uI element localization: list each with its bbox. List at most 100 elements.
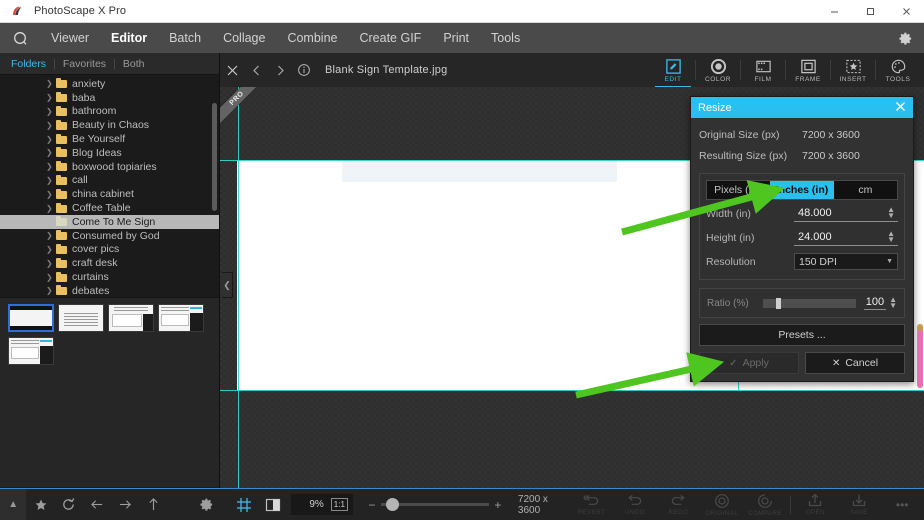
- apply-button[interactable]: ✓ Apply: [699, 352, 799, 374]
- panel-collapse-handle[interactable]: ❮: [222, 272, 233, 298]
- fit-to-screen-icon[interactable]: [230, 489, 258, 520]
- tab-insert[interactable]: INSERT: [831, 53, 875, 87]
- undo-button[interactable]: UNDO: [613, 489, 656, 520]
- one-to-one-button[interactable]: 1:1: [331, 498, 348, 511]
- chevron-right-icon[interactable]: ❯: [46, 204, 55, 213]
- maximize-button[interactable]: [852, 0, 888, 23]
- menu-item-collage[interactable]: Collage: [212, 23, 276, 53]
- zoom-readout[interactable]: 9% 1:1: [291, 494, 353, 515]
- zoom-out-button[interactable]: −: [365, 498, 379, 512]
- info-icon[interactable]: [292, 53, 316, 87]
- folder-tree-item[interactable]: ❯cover pics: [0, 243, 219, 257]
- width-input[interactable]: 48.000 ▲▼: [794, 205, 898, 222]
- tab-film[interactable]: FILM: [741, 53, 785, 87]
- folder-tree-item[interactable]: ❯baba: [0, 91, 219, 105]
- folder-tree-item[interactable]: ❯Be Yourself: [0, 132, 219, 146]
- ratio-slider[interactable]: [763, 299, 856, 308]
- folder-tree-item[interactable]: ❯Blog Ideas: [0, 146, 219, 160]
- width-stepper[interactable]: ▲▼: [887, 207, 895, 219]
- ratio-stepper[interactable]: ▲▼: [889, 297, 897, 309]
- chevron-right-icon[interactable]: ❯: [46, 135, 55, 144]
- gear-icon[interactable]: [192, 489, 220, 520]
- folder-tree-item[interactable]: ❯call: [0, 174, 219, 188]
- folder-tree[interactable]: ❯anxiety❯baba❯bathroom❯Beauty in Chaos❯B…: [0, 75, 219, 297]
- ratio-value[interactable]: 100: [864, 296, 886, 310]
- chevron-right-icon[interactable]: ❯: [46, 121, 55, 130]
- thumbnail-strip[interactable]: [0, 297, 219, 487]
- chevron-right-icon[interactable]: [268, 53, 292, 87]
- folder-tree-item[interactable]: ❯Coffee Table: [0, 201, 219, 215]
- folder-tree-item[interactable]: ❯craft desk: [0, 256, 219, 270]
- rotate-icon[interactable]: [55, 489, 83, 520]
- more-options-button[interactable]: •••: [881, 489, 924, 520]
- chevron-right-icon[interactable]: ❯: [46, 286, 55, 295]
- open-button[interactable]: OPEN: [794, 489, 837, 520]
- tab-tools[interactable]: TOOLS: [876, 53, 920, 87]
- folder-tree-item[interactable]: ❯boxwood topiaries: [0, 160, 219, 174]
- chevron-up-icon[interactable]: ▲: [0, 489, 26, 520]
- folder-tree-item[interactable]: ❯curtains: [0, 270, 219, 284]
- app-circle-icon[interactable]: [0, 23, 40, 53]
- redo-button[interactable]: REDO: [657, 489, 700, 520]
- menu-item-create-gif[interactable]: Create GIF: [348, 23, 432, 53]
- zoom-slider-knob[interactable]: [386, 498, 399, 511]
- gear-icon[interactable]: [886, 23, 924, 53]
- tab-edit[interactable]: EDIT: [651, 53, 695, 87]
- chevron-right-icon[interactable]: ❯: [46, 162, 55, 171]
- chevron-right-icon[interactable]: ❯: [46, 231, 55, 240]
- save-button[interactable]: SAVE: [837, 489, 880, 520]
- menu-item-editor[interactable]: Editor: [100, 23, 158, 53]
- split-view-icon[interactable]: [258, 489, 286, 520]
- sidebar-tab-folders[interactable]: Folders: [4, 53, 53, 75]
- close-button[interactable]: [888, 0, 924, 23]
- chevron-right-icon[interactable]: ❯: [46, 93, 55, 102]
- back-arrow-icon[interactable]: [83, 489, 111, 520]
- thumbnail-item[interactable]: [8, 304, 54, 332]
- close-icon[interactable]: [220, 53, 244, 87]
- menu-item-tools[interactable]: Tools: [480, 23, 531, 53]
- tab-color[interactable]: COLOR: [696, 53, 740, 87]
- chevron-right-icon[interactable]: ❯: [46, 107, 55, 116]
- folder-tree-item[interactable]: ❯Consumed by God: [0, 229, 219, 243]
- revert-button[interactable]: REVERT: [570, 489, 613, 520]
- original-button[interactable]: ORIGINAL: [700, 489, 743, 520]
- minimize-button[interactable]: [816, 0, 852, 23]
- menu-item-combine[interactable]: Combine: [276, 23, 348, 53]
- tab-frame[interactable]: FRAME: [786, 53, 830, 87]
- thumbnail-item[interactable]: [8, 337, 54, 365]
- folder-tree-scrollbar[interactable]: [212, 103, 217, 211]
- zoom-in-button[interactable]: +: [491, 498, 505, 512]
- menu-item-batch[interactable]: Batch: [158, 23, 212, 53]
- sidebar-tab-both[interactable]: Both: [116, 53, 152, 75]
- chevron-right-icon[interactable]: ❯: [46, 148, 55, 157]
- chevron-right-icon[interactable]: ❯: [46, 190, 55, 199]
- folder-tree-item[interactable]: ❯Beauty in Chaos: [0, 118, 219, 132]
- cancel-button[interactable]: ✕ Cancel: [805, 352, 905, 374]
- thumbnail-item[interactable]: [158, 304, 204, 332]
- folder-tree-item[interactable]: Come To Me Sign: [0, 215, 219, 229]
- forward-arrow-icon[interactable]: [111, 489, 139, 520]
- compare-button[interactable]: COMPARE: [743, 489, 786, 520]
- sidebar-tab-favorites[interactable]: Favorites: [56, 53, 113, 75]
- chevron-right-icon[interactable]: ❯: [46, 176, 55, 185]
- presets-button[interactable]: Presets ...: [699, 324, 905, 346]
- thumbnail-item[interactable]: [108, 304, 154, 332]
- height-input[interactable]: 24.000 ▲▼: [794, 229, 898, 246]
- zoom-slider[interactable]: [381, 503, 489, 506]
- menu-item-print[interactable]: Print: [432, 23, 480, 53]
- chevron-right-icon[interactable]: ❯: [46, 245, 55, 254]
- thumbnail-item[interactable]: [58, 304, 104, 332]
- right-edge-scrollbar[interactable]: [917, 330, 923, 388]
- unit-pixels-button[interactable]: Pixels (px): [707, 181, 770, 199]
- chevron-right-icon[interactable]: ❯: [46, 273, 55, 282]
- chevron-right-icon[interactable]: ❯: [46, 79, 55, 88]
- close-icon[interactable]: [895, 101, 906, 114]
- height-stepper[interactable]: ▲▼: [887, 231, 895, 243]
- unit-cm-button[interactable]: cm: [834, 181, 897, 199]
- unit-inches-button[interactable]: Inches (in): [770, 181, 833, 199]
- folder-tree-item[interactable]: ❯anxiety: [0, 77, 219, 91]
- resolution-select[interactable]: 150 DPI ▼: [794, 253, 898, 270]
- star-icon[interactable]: [26, 489, 54, 520]
- ratio-slider-knob[interactable]: [776, 298, 781, 309]
- folder-tree-item[interactable]: ❯china cabinet: [0, 187, 219, 201]
